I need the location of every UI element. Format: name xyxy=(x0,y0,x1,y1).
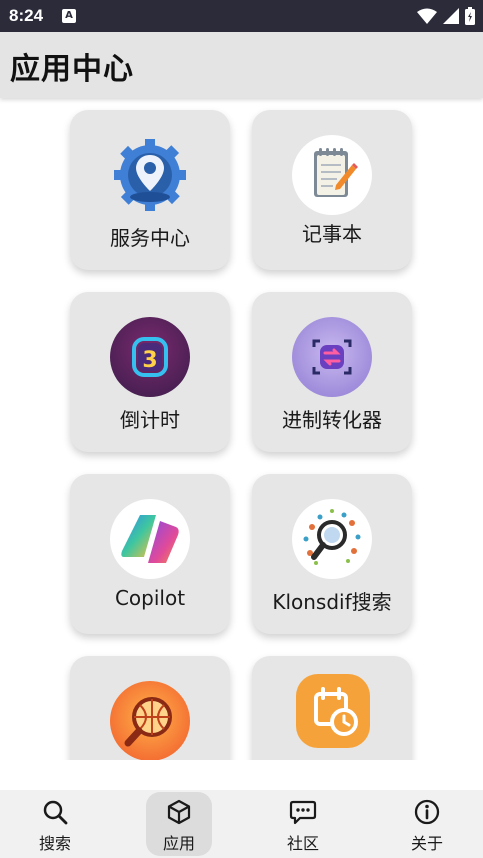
converter-icon xyxy=(292,317,372,397)
search-icon xyxy=(43,800,68,825)
timer-3-icon: 3 xyxy=(110,317,190,397)
app-card-countdown[interactable]: 3 倒计时 xyxy=(70,292,230,452)
app-label: 进制转化器 xyxy=(282,408,382,432)
status-time: 8:24 xyxy=(9,6,44,25)
location-gear-icon xyxy=(110,135,190,215)
signal-icon xyxy=(443,8,459,24)
calendar-clock-icon xyxy=(296,674,370,748)
copilot-icon xyxy=(110,499,190,579)
app-card-search-globe[interactable] xyxy=(70,656,230,760)
nav-label: 搜索 xyxy=(38,834,71,853)
nav-item-search[interactable]: 搜索 xyxy=(15,790,95,858)
battery-icon xyxy=(465,7,475,25)
search-globe-icon xyxy=(110,681,190,760)
app-card-klonsdif-search[interactable]: Klonsdif搜索 xyxy=(252,474,412,634)
svg-text:3: 3 xyxy=(142,348,157,373)
page-title: 应用中心 xyxy=(10,52,134,87)
magnifier-circuit-icon xyxy=(292,499,372,579)
app-label: Klonsdif搜索 xyxy=(272,590,392,614)
nav-label: 社区 xyxy=(286,834,319,853)
cube-icon xyxy=(167,799,191,825)
notepad-icon xyxy=(292,135,372,215)
app-label: Copilot xyxy=(114,586,186,610)
info-icon xyxy=(414,799,440,825)
a-icon: A xyxy=(62,9,76,23)
app-card-calendar-clock[interactable] xyxy=(252,656,412,760)
app-grid: 服务中心 记事本 3 倒计时 进制转化器 Copilot Klonsdif搜索 xyxy=(0,98,483,760)
status-bar: 8:24 A xyxy=(0,0,483,32)
app-label: 服务中心 xyxy=(110,226,190,250)
status-indicators xyxy=(417,7,475,25)
nav-item-community[interactable]: 社区 xyxy=(263,790,343,858)
app-card-copilot[interactable]: Copilot xyxy=(70,474,230,634)
app-label: 记事本 xyxy=(302,222,362,246)
chat-icon xyxy=(289,800,317,825)
wifi-icon xyxy=(417,8,437,24)
app-label: 倒计时 xyxy=(120,408,180,432)
nav-item-apps[interactable]: 应用 xyxy=(139,790,219,858)
nav-label: 应用 xyxy=(162,834,195,853)
app-card-base-converter[interactable]: 进制转化器 xyxy=(252,292,412,452)
app-card-notepad[interactable]: 记事本 xyxy=(252,110,412,270)
nav-item-about[interactable]: 关于 xyxy=(387,790,467,858)
nav-label: 关于 xyxy=(410,834,443,853)
app-bar: 应用中心 xyxy=(0,32,483,98)
bottom-nav: 搜索 应用 社区 关于 xyxy=(0,790,483,858)
app-card-service-center[interactable]: 服务中心 xyxy=(70,110,230,270)
